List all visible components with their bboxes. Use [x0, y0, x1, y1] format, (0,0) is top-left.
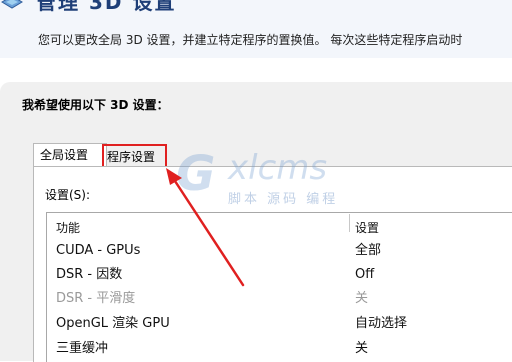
settings-label: 设置(S):: [45, 188, 91, 202]
page-description: 您可以更改全局 3D 设置，并建立特定程序的置换值。 每次这些特定程序启动时: [38, 33, 463, 47]
setting-row[interactable]: OpenGL 渲染 GPU 自动选择: [56, 312, 512, 336]
setting-feature: 三重缓冲: [56, 341, 109, 356]
setting-row-disabled: DSR - 平滑度 关: [56, 287, 512, 311]
setting-value[interactable]: 自动选择: [355, 312, 407, 336]
setting-feature: OpenGL 渲染 GPU: [56, 316, 170, 331]
setting-row[interactable]: 三重缓冲 关: [56, 337, 512, 361]
setting-value[interactable]: 关: [355, 337, 368, 361]
page-title: 管理 3D 设置: [36, 0, 177, 14]
setting-value[interactable]: Off: [355, 263, 374, 287]
setting-feature: DSR - 平滑度: [56, 291, 136, 306]
section-heading: 我希望使用以下 3D 设置：: [22, 98, 169, 112]
setting-row[interactable]: CUDA - GPUs 全部: [56, 239, 512, 263]
setting-feature: DSR - 因数: [56, 267, 123, 282]
setting-value[interactable]: 全部: [355, 239, 381, 263]
setting-feature: CUDA - GPUs: [56, 243, 141, 258]
column-header-feature[interactable]: 功能: [56, 216, 80, 240]
column-header-setting[interactable]: 设置: [355, 216, 379, 240]
list-header-row: 功能 设置: [56, 216, 512, 240]
header-band: 管理 3D 设置 您可以更改全局 3D 设置，并建立特定程序的置换值。 每次这些…: [0, 0, 512, 58]
setting-value: 关: [355, 291, 369, 306]
nvidia-3d-icon: [1, 0, 23, 9]
setting-row[interactable]: DSR - 因数 Off: [56, 263, 512, 287]
tab-global-settings[interactable]: 全局设置: [33, 143, 107, 166]
